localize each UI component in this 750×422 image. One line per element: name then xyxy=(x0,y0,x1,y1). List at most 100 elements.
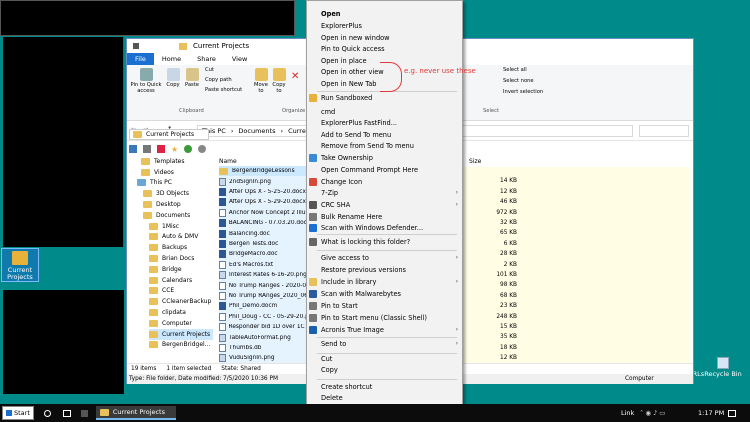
copy-button[interactable]: Copy xyxy=(165,68,181,89)
tree-item[interactable]: This PC xyxy=(137,178,172,189)
delete-icon[interactable]: ✕ xyxy=(291,71,299,83)
clock[interactable]: 1:17 PM xyxy=(698,409,724,417)
menu-item[interactable]: Run Sandboxed xyxy=(307,92,462,104)
refresh-icon[interactable] xyxy=(184,145,193,153)
taskbar-app-current-projects[interactable]: Current Projects xyxy=(95,406,176,420)
link-toolbar[interactable]: Link xyxy=(621,409,634,417)
search-input[interactable] xyxy=(639,125,689,137)
tree-item[interactable]: Brian Docs xyxy=(149,253,194,264)
menu-item[interactable]: Send to › xyxy=(307,338,462,350)
tab-home[interactable]: Home xyxy=(154,53,189,65)
file-row[interactable]: TableAutoFormat.png xyxy=(219,332,307,343)
tree-item[interactable]: Calendars xyxy=(149,275,192,286)
menu-item[interactable]: Change Icon xyxy=(307,176,462,188)
home-icon[interactable] xyxy=(143,145,151,153)
menu-item[interactable]: Open xyxy=(307,8,462,20)
paste-shortcut-button[interactable]: Paste shortcut xyxy=(205,87,242,94)
settings-icon[interactable] xyxy=(198,145,207,153)
file-row[interactable]: After Ops X - 5-25-20.docx xyxy=(219,186,307,198)
menu-item[interactable]: What is locking this folder? xyxy=(307,236,462,248)
menu-item[interactable]: Scan with Windows Defender... xyxy=(307,222,462,234)
cut-button[interactable]: Cut xyxy=(205,67,214,74)
file-row[interactable]: Interest Rates 6-16-20.png xyxy=(219,270,307,281)
menu-item[interactable]: Remove from Send To menu xyxy=(307,140,462,152)
app-icon[interactable] xyxy=(80,409,88,417)
copy-path-button[interactable]: Copy path xyxy=(205,77,232,84)
move-to-button[interactable]: Move to xyxy=(253,68,269,95)
copy-to-button[interactable]: Copy to xyxy=(271,68,287,95)
menu-item[interactable]: Include in library › xyxy=(307,276,462,288)
start-button[interactable]: Start xyxy=(2,406,34,420)
menu-item[interactable]: Bulk Rename Here xyxy=(307,211,462,223)
menu-item[interactable]: Delete xyxy=(307,392,462,404)
tree-item[interactable]: 3D Objects xyxy=(143,188,189,199)
file-row[interactable]: After Ops X - 5-29-20.docx xyxy=(219,197,307,208)
menu-item[interactable]: Open in new window xyxy=(307,32,462,44)
menu-item[interactable]: Restore previous versions xyxy=(307,264,462,276)
column-header-name[interactable]: Name xyxy=(219,158,237,165)
menu-item[interactable]: Create shortcut xyxy=(307,381,462,393)
tab-file[interactable]: File xyxy=(127,53,154,65)
desktop-icon-recycle-bin[interactable]: Recycle Bin xyxy=(704,357,742,378)
network-icon[interactable] xyxy=(129,145,137,153)
tree-item[interactable]: CCleanerBackup xyxy=(149,296,211,307)
file-row[interactable]: 2ndSignIn.png xyxy=(219,176,307,187)
tree-item[interactable]: BergenBridgel... xyxy=(149,340,210,351)
tree-item[interactable]: Current Projects xyxy=(149,328,213,340)
menu-item[interactable]: cmd xyxy=(307,106,462,118)
file-row[interactable]: BridgeMacro.doc xyxy=(219,249,307,260)
menu-item[interactable]: Copy xyxy=(307,364,462,376)
tree-item[interactable]: Templates xyxy=(141,156,185,167)
tree-item[interactable]: clipdata xyxy=(149,307,186,318)
menu-item[interactable]: ExplorerPlus xyxy=(307,20,462,32)
tree-item[interactable]: CCE xyxy=(149,286,174,297)
menu-item[interactable]: Give access to › xyxy=(307,252,462,264)
file-row[interactable]: Anchor Now Concept 2 Illust xyxy=(219,207,307,218)
folder-icon[interactable] xyxy=(157,145,165,153)
file-row[interactable]: Balancing.doc xyxy=(219,228,307,239)
invert-selection-button[interactable]: Invert selection xyxy=(503,89,543,96)
task-view-icon[interactable] xyxy=(62,409,71,417)
menu-item[interactable]: ExplorerPlus FastFind... xyxy=(307,117,462,129)
tree-item[interactable]: Documents xyxy=(143,210,190,221)
file-row[interactable]: BergenBridgeLessons xyxy=(219,166,307,177)
tree-item[interactable]: 1Misc xyxy=(149,221,179,232)
qat-icon[interactable] xyxy=(133,43,139,49)
menu-item[interactable]: Pin to Quick access xyxy=(307,43,462,55)
menu-item[interactable]: Cut xyxy=(307,353,462,365)
pin-quick-access-button[interactable]: Pin to Quick access xyxy=(129,68,163,95)
notification-icon[interactable] xyxy=(728,409,736,417)
file-row[interactable]: Thumbs.db xyxy=(219,342,307,354)
documents-crumb[interactable]: Documents xyxy=(238,127,275,135)
menu-item[interactable]: Scan with Malwarebytes xyxy=(307,288,462,300)
menu-item[interactable]: Take Ownership xyxy=(307,152,462,164)
tree-item[interactable]: Computer xyxy=(149,318,192,329)
file-row[interactable]: Responder bid 1D over 1C - D xyxy=(219,322,307,333)
menu-item[interactable]: Pin to Start menu (Classic Shell) xyxy=(307,312,462,324)
select-all-button[interactable]: Select all xyxy=(503,67,527,74)
navigation-pane[interactable]: Templates Videos This PC 3D Objects Desktop D… xyxy=(127,156,213,366)
menu-item[interactable]: Acronis True Image › xyxy=(307,324,462,336)
file-row[interactable]: Ed's Macros.txt xyxy=(219,259,307,270)
search-icon[interactable] xyxy=(43,409,51,417)
column-header-size[interactable]: Size xyxy=(469,158,481,165)
menu-item[interactable]: Add to Send To menu xyxy=(307,129,462,141)
tree-item[interactable]: Backups xyxy=(149,242,187,253)
desktop-icon-current-projects[interactable]: Current Projects xyxy=(1,248,39,282)
paste-button[interactable]: Paste xyxy=(183,68,201,89)
menu-item[interactable]: CRC SHA › xyxy=(307,199,462,211)
file-row[interactable]: No Trump Ranges - 2020-06- xyxy=(219,280,307,291)
select-none-button[interactable]: Select none xyxy=(503,78,534,85)
file-row[interactable]: BALANCING - 07.03.20.docx xyxy=(219,218,307,229)
file-row[interactable]: Bergen Tests.doc xyxy=(219,238,307,250)
file-row[interactable]: Phil_Demo.docm xyxy=(219,301,307,312)
tab-share[interactable]: Share xyxy=(189,53,224,65)
folder-tab[interactable]: Current Projects xyxy=(129,129,209,140)
menu-item[interactable]: Open Command Prompt Here xyxy=(307,164,462,176)
favorite-icon[interactable]: ★ xyxy=(171,145,178,154)
tree-item[interactable]: Desktop xyxy=(143,199,181,210)
file-row[interactable]: No Trump RAnges_2020_06_2 xyxy=(219,290,307,302)
tree-item[interactable]: Videos xyxy=(141,167,174,178)
tree-item[interactable]: Bridge xyxy=(149,264,182,275)
menu-item[interactable]: 7-Zip › xyxy=(307,187,462,199)
